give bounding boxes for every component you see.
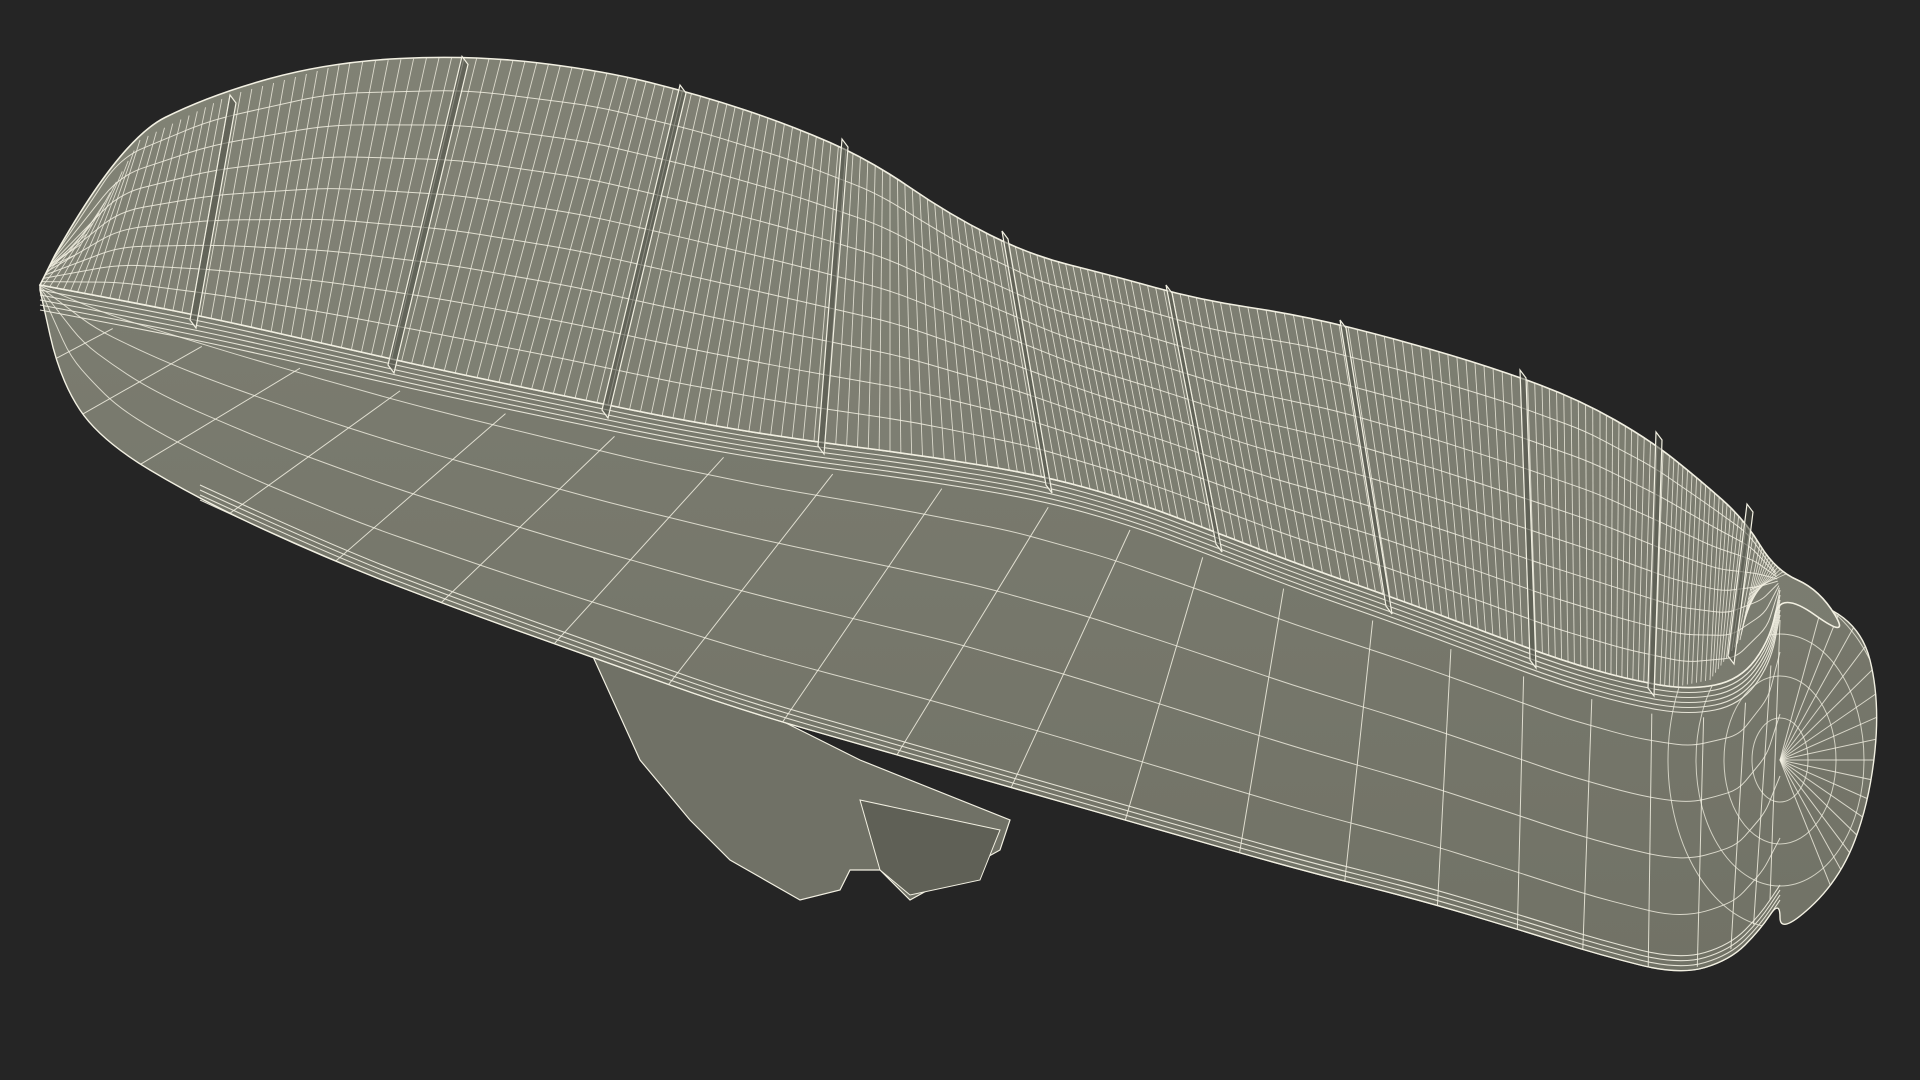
wire-edge [40,289,41,316]
wireframe-sole-model [38,55,1878,972]
render-viewport [0,0,1920,1080]
